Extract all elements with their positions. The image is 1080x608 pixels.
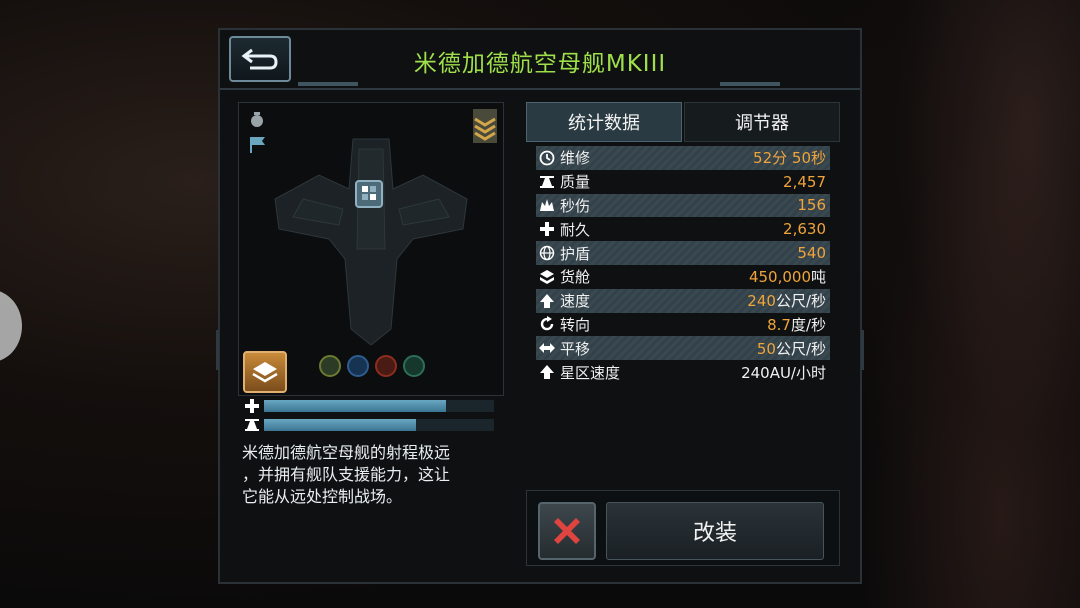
module-slot[interactable]	[403, 355, 425, 377]
back-arrow-icon	[241, 48, 278, 70]
tab-bar: 统计数据 调节器	[526, 102, 840, 142]
close-icon	[554, 518, 580, 544]
stat-row: 星区速度 240AU/小时	[536, 360, 830, 384]
stat-row: 维修 52分 50秒	[536, 146, 830, 170]
title-decoration	[720, 82, 780, 86]
layers-button[interactable]	[243, 351, 287, 393]
rank-emblem-icon	[250, 112, 265, 153]
stat-label: 维修	[560, 149, 591, 168]
stat-label: 星区速度	[560, 363, 621, 382]
stat-label: 平移	[560, 339, 591, 358]
frame-decoration	[861, 330, 864, 370]
stat-row: 护盾 540	[536, 241, 830, 265]
stat-row: 平移 50公尺/秒	[536, 336, 830, 361]
stat-value: 2,457	[783, 173, 826, 191]
stat-value: 240AU/小时	[741, 362, 826, 383]
clock-icon	[538, 149, 556, 167]
stat-value-number: 2,630	[783, 220, 826, 239]
description-line: 米德加德航空母舰的射程极远	[242, 443, 451, 462]
stats-list: 维修 52分 50秒质量 2,457 秒伤 156 耐久 2,630 护盾 540 货舱 450,0…	[536, 146, 830, 384]
stat-unit: 公尺/秒	[775, 339, 826, 358]
stat-row: 速度 240公尺/秒	[536, 288, 830, 313]
stat-row: 质量 2,457	[536, 170, 830, 194]
turn-icon	[538, 315, 556, 333]
description-line: ，并拥有舰队支援能力，这让	[242, 465, 451, 484]
mass-bar-fill	[264, 419, 416, 431]
mass-icon	[245, 419, 259, 431]
page-title: 米德加德航空母舰MKIII	[413, 51, 667, 77]
stat-label: 护盾	[560, 244, 591, 263]
damage-icon	[538, 196, 556, 214]
stat-value: 2,630	[783, 220, 826, 238]
ship-select-icon[interactable]	[355, 180, 383, 208]
stat-label: 质量	[560, 173, 591, 192]
tab-stats[interactable]: 统计数据	[526, 102, 682, 142]
stat-value: 8.7度/秒	[767, 314, 826, 335]
side-handle[interactable]	[0, 290, 22, 362]
stat-value-number: 50	[756, 339, 776, 358]
stat-value-number: 52分 50秒	[753, 149, 826, 168]
durability-bar-fill	[264, 400, 446, 412]
ship-preview	[238, 102, 504, 396]
stat-value: 52分 50秒	[753, 147, 826, 168]
tab-modifiers[interactable]: 调节器	[684, 102, 840, 142]
stat-value-number: 156	[797, 196, 826, 215]
stat-unit: 公尺/秒	[775, 292, 826, 311]
strafe-icon	[538, 339, 556, 357]
stat-value-number: 240AU/小时	[741, 363, 826, 382]
mass-icon	[538, 173, 556, 191]
stat-row: 货舱 450,000吨	[536, 265, 830, 289]
stat-value-number: 450,000	[748, 268, 811, 287]
plus-icon	[245, 399, 259, 413]
module-slot[interactable]	[347, 355, 369, 377]
mass-bar	[238, 417, 504, 433]
title-decoration	[298, 82, 358, 86]
stat-value-number: 540	[797, 244, 826, 263]
stat-value: 50公尺/秒	[757, 338, 826, 359]
module-slot[interactable]	[319, 355, 341, 377]
stat-value-number: 2,457	[783, 172, 826, 191]
durability-bar	[238, 398, 504, 414]
cancel-button[interactable]	[538, 502, 596, 560]
stat-label: 耐久	[560, 220, 591, 239]
stat-value-number: 240	[747, 292, 776, 311]
stat-row: 秒伤 156	[536, 193, 830, 218]
stat-label: 转向	[560, 315, 591, 334]
back-button[interactable]	[229, 36, 291, 82]
ship-silhouette-icon	[274, 138, 468, 345]
shield-icon	[538, 244, 556, 262]
stat-label: 货舱	[560, 268, 591, 287]
durability-icon	[538, 220, 556, 238]
stat-label: 秒伤	[560, 196, 591, 215]
grid-icon	[362, 186, 376, 200]
cargo-icon	[538, 268, 556, 286]
stat-unit: 度/秒	[790, 315, 826, 334]
warp-icon	[538, 363, 556, 381]
speed-icon	[538, 292, 556, 310]
module-slots	[319, 355, 435, 385]
module-slot[interactable]	[375, 355, 397, 377]
stat-value: 156	[797, 196, 826, 214]
frame-decoration	[216, 330, 219, 370]
stat-label: 速度	[560, 292, 591, 311]
stat-value: 450,000吨	[749, 266, 826, 287]
modify-button[interactable]: 改装	[606, 502, 824, 560]
stat-row: 耐久 2,630	[536, 217, 830, 241]
stat-value: 540	[797, 244, 826, 262]
ship-info-panel: 米德加德航空母舰MKIII 米德加德航空母舰的射程极远 ，并拥有舰队支援能力，这…	[216, 28, 864, 584]
layers-icon	[252, 362, 278, 383]
rank-chevron-icon	[473, 109, 497, 143]
stat-row: 转向 8.7度/秒	[536, 313, 830, 337]
stat-value-number: 8.7	[767, 315, 791, 334]
stat-value: 240公尺/秒	[747, 290, 826, 311]
ship-description: 米德加德航空母舰的射程极远 ，并拥有舰队支援能力，这让 它能从远处控制战场。	[242, 442, 512, 508]
title-bar: 米德加德航空母舰MKIII	[220, 30, 860, 90]
stat-unit: 吨	[810, 268, 826, 287]
description-line: 它能从远处控制战场。	[242, 487, 403, 506]
